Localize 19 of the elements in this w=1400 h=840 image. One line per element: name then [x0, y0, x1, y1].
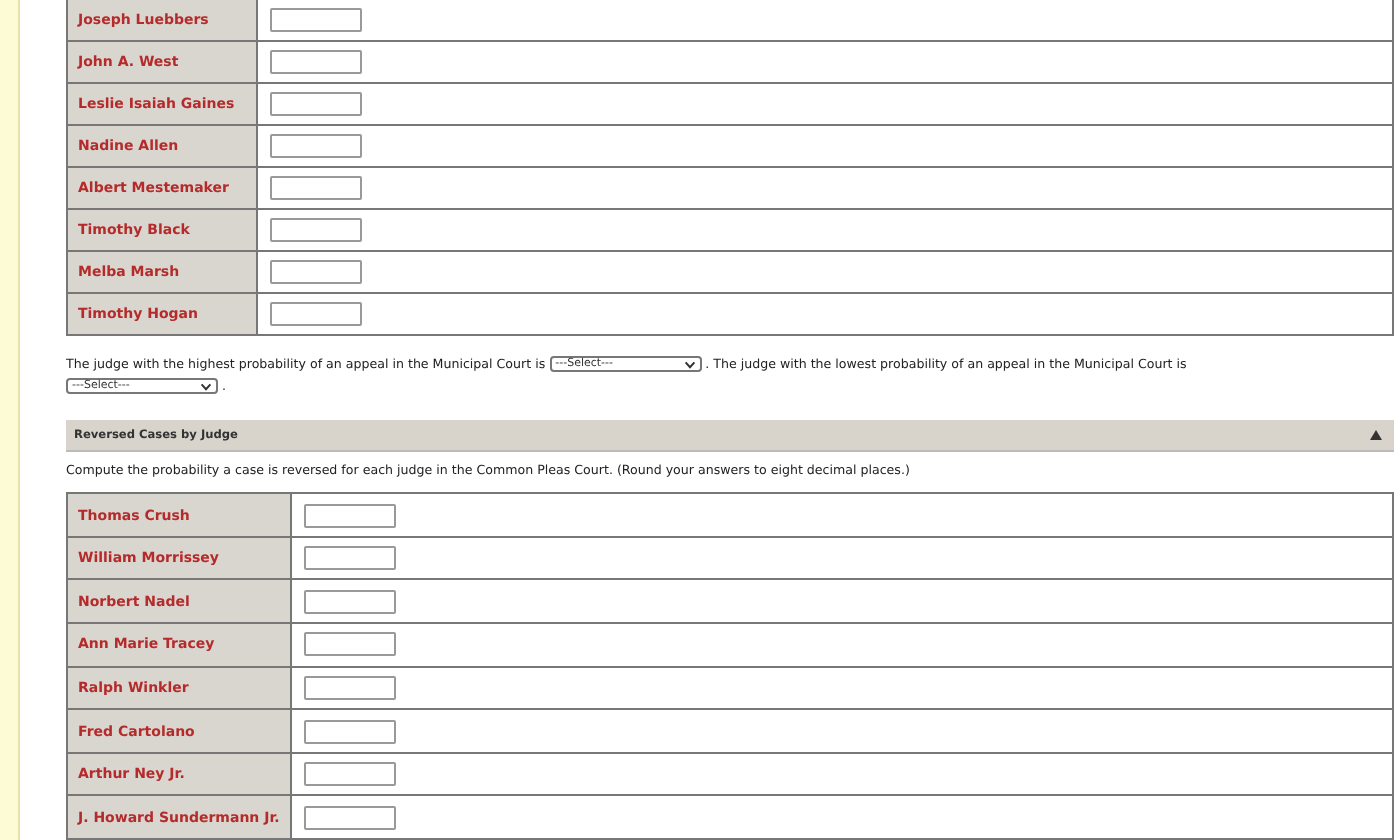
answer-input[interactable]: [270, 134, 362, 158]
chevron-down-icon: [200, 381, 212, 392]
answer-input[interactable]: [270, 176, 362, 200]
answer-input[interactable]: [303, 805, 396, 830]
answer-input[interactable]: [270, 302, 362, 326]
answer-input[interactable]: [303, 589, 396, 614]
answer-input[interactable]: [303, 719, 396, 744]
answer-input[interactable]: [270, 260, 362, 284]
answer-input[interactable]: [270, 218, 362, 242]
chevron-down-icon: [683, 359, 696, 370]
answer-input[interactable]: [303, 503, 396, 528]
answer-input[interactable]: [303, 632, 396, 657]
answer-input[interactable]: [270, 8, 362, 32]
answer-input[interactable]: [303, 675, 396, 700]
collapse-triangle-icon[interactable]: [1370, 430, 1382, 441]
answer-input[interactable]: [270, 50, 362, 74]
answer-input[interactable]: [303, 546, 396, 571]
answer-input[interactable]: [303, 762, 396, 787]
answer-input[interactable]: [270, 92, 362, 116]
